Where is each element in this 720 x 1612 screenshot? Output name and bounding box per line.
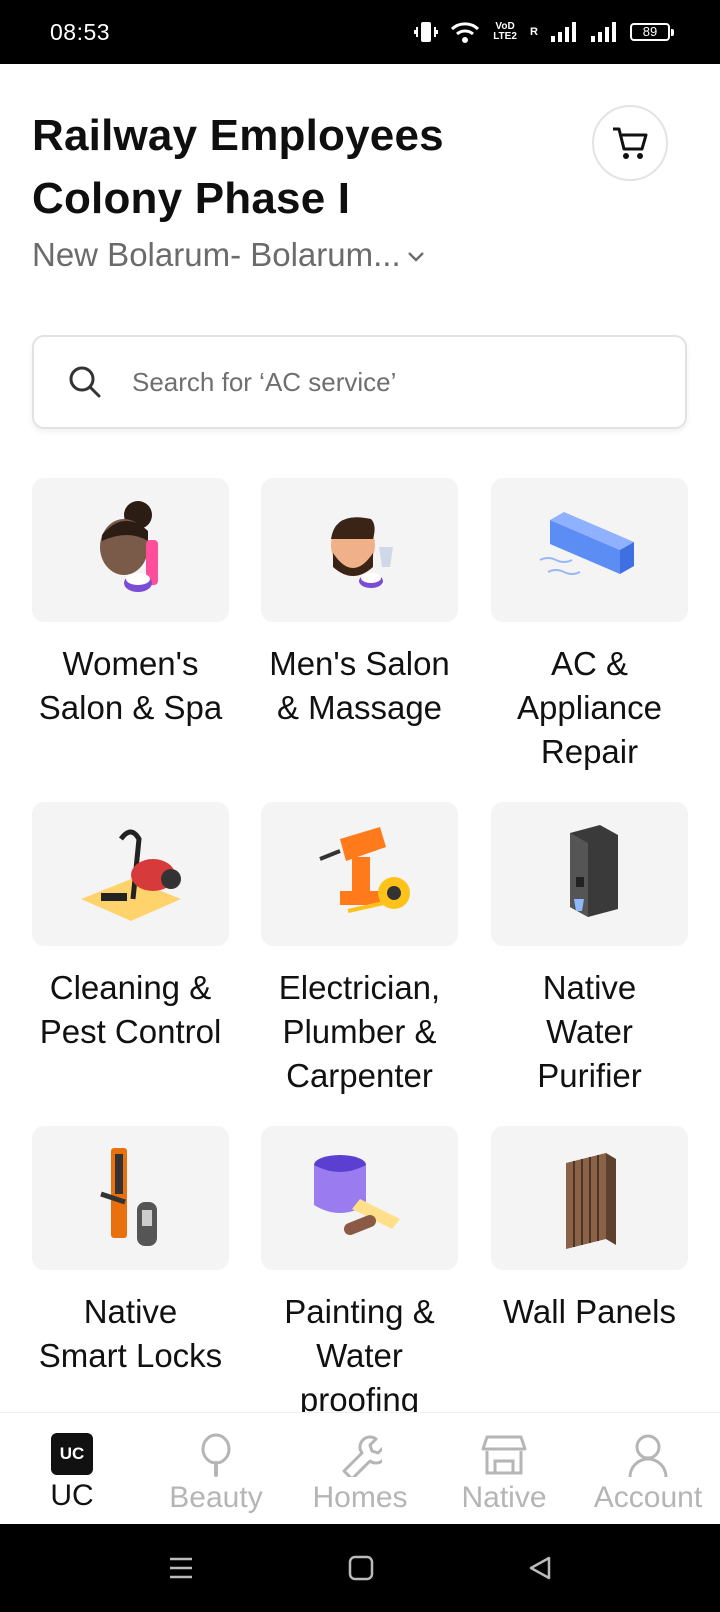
painting-image xyxy=(261,1126,458,1270)
bottom-nav: UC UC Beauty Homes Native Account xyxy=(0,1412,720,1525)
location-title: Railway Employees Colony Phase I xyxy=(32,104,592,230)
cleaning-image xyxy=(32,802,229,946)
nav-beauty-label: Beauty xyxy=(169,1481,263,1514)
status-time: 08:53 xyxy=(50,18,111,45)
store-icon xyxy=(481,1435,527,1475)
chevron-down-icon xyxy=(407,252,424,262)
category-water-purifier[interactable]: Native Water Purifier xyxy=(491,802,688,1098)
search-icon xyxy=(69,366,101,398)
category-label: Cleaning & Pest Control xyxy=(39,969,222,1050)
network-label: VoD LTE2 xyxy=(493,21,517,42)
back-triangle-icon[interactable] xyxy=(527,1555,553,1581)
cart-button[interactable] xyxy=(592,105,668,181)
home-square-icon[interactable] xyxy=(348,1555,374,1581)
location-header[interactable]: Railway Employees Colony Phase I New Bol… xyxy=(32,104,592,274)
category-womens-salon[interactable]: Women's Salon & Spa xyxy=(32,478,229,730)
nav-beauty[interactable]: Beauty xyxy=(144,1413,288,1525)
wrench-icon xyxy=(342,1435,382,1477)
category-ac-repair[interactable]: AC & Appliance Repair xyxy=(491,478,688,774)
nav-account-label: Account xyxy=(593,1481,703,1514)
category-label: Electrician, Plumber & Carpenter xyxy=(278,969,441,1094)
nav-account[interactable]: Account xyxy=(576,1413,720,1525)
location-title-line1: Railway Employees xyxy=(32,111,444,160)
nav-homes-label: Homes xyxy=(312,1481,408,1514)
category-label: Men's Salon & Massage xyxy=(269,645,450,726)
woman-face-icon xyxy=(99,501,158,592)
nav-homes[interactable]: Homes xyxy=(288,1413,432,1525)
roaming-indicator: R xyxy=(530,26,538,38)
nav-uc-label: UC xyxy=(50,1479,94,1512)
smart-locks-image xyxy=(32,1126,229,1270)
category-label: Native Smart Locks xyxy=(38,1293,223,1374)
nav-native[interactable]: Native xyxy=(432,1413,576,1525)
water-purifier-icon xyxy=(569,825,618,917)
category-electrician[interactable]: Electrician, Plumber & Carpenter xyxy=(261,802,458,1098)
wall-panels-image xyxy=(491,1126,688,1270)
cart-icon xyxy=(613,127,648,159)
drill-tools-icon xyxy=(318,827,410,913)
category-grid: Women's Salon & Spa Men's Salon & Massag… xyxy=(32,478,688,1412)
category-label: AC & Appliance Repair xyxy=(517,645,662,770)
womens-salon-image xyxy=(32,478,229,622)
wifi-icon xyxy=(451,22,480,43)
location-subtitle-text: New Bolarum- Bolarum... xyxy=(32,236,401,273)
system-nav-bar xyxy=(0,1524,720,1612)
category-smart-locks[interactable]: Native Smart Locks xyxy=(32,1126,229,1378)
signal-icon xyxy=(551,22,576,42)
status-icons: VoD LTE2 R 89 xyxy=(414,21,674,43)
vibrate-icon xyxy=(414,22,439,42)
mens-salon-image xyxy=(261,478,458,622)
paint-bucket-icon xyxy=(313,1155,400,1235)
location-title-line2: Colony Phase I xyxy=(32,174,351,223)
signal-icon-2 xyxy=(591,22,616,42)
search-bar[interactable] xyxy=(32,335,687,429)
wall-panel-icon xyxy=(565,1153,616,1249)
category-cleaning[interactable]: Cleaning & Pest Control xyxy=(32,802,229,1054)
status-bar: 08:53 VoD LTE2 R 89 xyxy=(0,0,720,64)
electrician-image xyxy=(261,802,458,946)
battery-icon: 89 xyxy=(630,23,674,41)
water-purifier-image xyxy=(491,802,688,946)
menu-icon[interactable] xyxy=(167,1555,195,1581)
air-conditioner-icon xyxy=(539,512,634,575)
vacuum-cleaner-icon xyxy=(80,829,181,921)
category-label: Women's Salon & Spa xyxy=(38,645,223,726)
search-input[interactable] xyxy=(130,365,614,399)
ac-repair-image xyxy=(491,478,688,622)
smart-lock-icon xyxy=(99,1148,157,1246)
uc-logo-icon: UC xyxy=(51,1433,93,1475)
category-painting[interactable]: Painting & Water proofing xyxy=(261,1126,458,1412)
mirror-icon xyxy=(201,1433,231,1477)
category-label: Native Water Purifier xyxy=(537,969,642,1094)
nav-native-label: Native xyxy=(461,1481,547,1514)
nav-uc[interactable]: UC UC xyxy=(0,1413,144,1525)
location-subtitle[interactable]: New Bolarum- Bolarum... xyxy=(32,236,592,274)
category-label: Painting & Water proofing xyxy=(284,1293,435,1412)
man-face-icon xyxy=(330,517,393,588)
category-mens-salon[interactable]: Men's Salon & Massage xyxy=(261,478,458,730)
category-label: Wall Panels xyxy=(502,1293,676,1330)
person-icon xyxy=(628,1434,668,1477)
category-wall-panels[interactable]: Wall Panels xyxy=(491,1126,688,1334)
